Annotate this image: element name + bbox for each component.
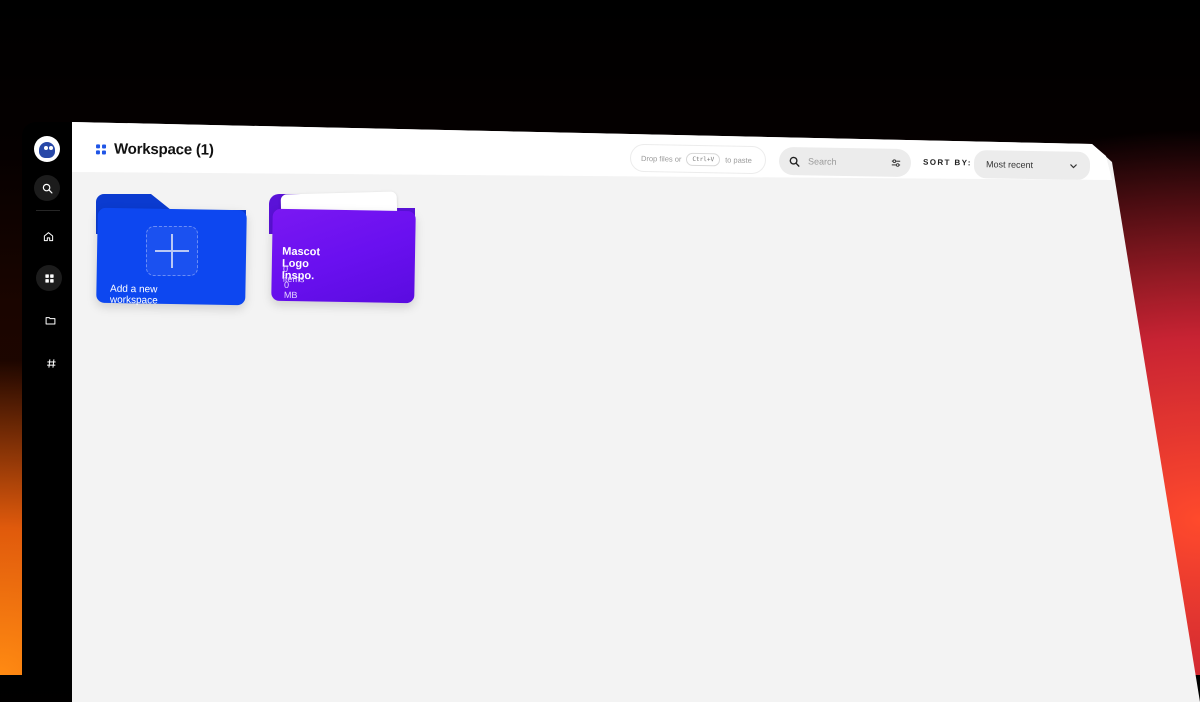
- search-input[interactable]: Search: [779, 147, 911, 177]
- filter-sliders-icon[interactable]: [891, 158, 901, 168]
- sort-select[interactable]: Most recent: [974, 150, 1090, 180]
- sort-value: Most recent: [986, 159, 1069, 170]
- folder-icon: [45, 315, 56, 326]
- add-workspace-label: Add a new workspace: [110, 284, 158, 307]
- drop-hint-prefix: Drop files or: [641, 154, 682, 164]
- home-icon: [43, 231, 54, 242]
- sort-label: SORT BY:: [923, 158, 972, 168]
- sidebar-item-workspaces[interactable]: [36, 265, 62, 291]
- drop-hint-suffix: to paste: [725, 155, 752, 164]
- avatar-eye-left: [44, 146, 48, 150]
- avatar[interactable]: [34, 136, 60, 162]
- grid-icon: [44, 273, 55, 284]
- plus-icon: [146, 226, 198, 276]
- main-content: [72, 122, 1200, 702]
- sidebar-item-home[interactable]: [35, 223, 61, 249]
- sidebar-search-button[interactable]: [34, 175, 60, 201]
- workspace-grid-icon: [96, 144, 106, 154]
- page-title: Workspace (1): [114, 141, 214, 159]
- avatar-eye-right: [49, 146, 53, 150]
- avatar-image: [39, 142, 55, 158]
- app-window: Workspace (1) Drop files or Ctrl+V to pa…: [0, 0, 1200, 675]
- sidebar-item-tags[interactable]: [38, 350, 64, 376]
- search-icon: [789, 156, 800, 167]
- sidebar-divider: [36, 210, 60, 211]
- drop-zone-hint[interactable]: Drop files or Ctrl+V to paste: [630, 144, 766, 174]
- chevron-down-icon: [1069, 161, 1078, 170]
- paste-shortcut-key: Ctrl+V: [686, 152, 720, 166]
- sidebar-item-folders[interactable]: [37, 307, 63, 333]
- workspace-size: 0 MB: [284, 280, 298, 300]
- search-placeholder: Search: [808, 156, 891, 167]
- hash-icon: [46, 358, 57, 369]
- search-icon: [42, 183, 53, 194]
- page-header: Workspace (1): [96, 140, 214, 158]
